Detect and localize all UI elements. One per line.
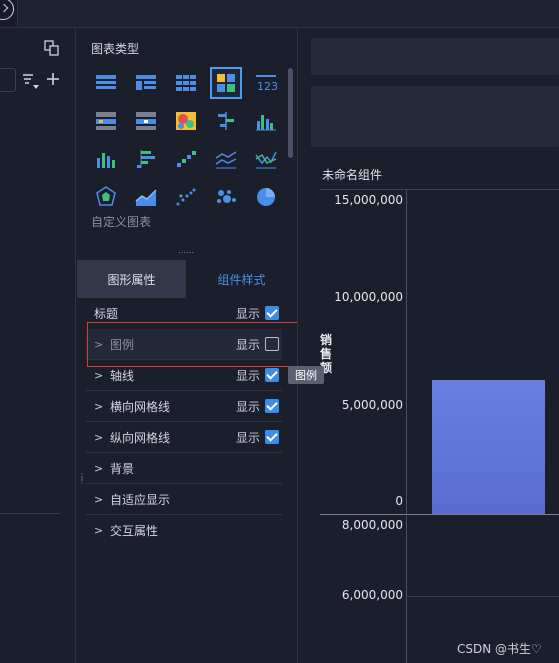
heatmap-icon[interactable]: [170, 105, 202, 137]
watermark: CSDN @书生♡: [457, 642, 542, 656]
component-title: 未命名组件: [322, 168, 383, 182]
line-chart-icon[interactable]: [210, 143, 242, 175]
column-chart-icon[interactable]: [90, 143, 122, 175]
prop-label: 背景: [110, 461, 135, 476]
grid-line: [406, 596, 559, 597]
chart-type-scrollbar[interactable]: [288, 68, 293, 158]
y-axis-line: [406, 190, 407, 514]
radar-icon[interactable]: [90, 181, 122, 213]
tab-shape-props[interactable]: 图形属性: [77, 260, 186, 298]
prop-label: 轴线: [110, 368, 135, 383]
axis-show-checkbox[interactable]: [265, 368, 279, 382]
area-chart-icon[interactable]: [130, 181, 162, 213]
prop-label: 标题: [94, 306, 119, 321]
prop-row-h-grid[interactable]: > 横向网格线 显示: [86, 391, 282, 422]
prop-row-background[interactable]: > 背景: [86, 453, 282, 484]
card-icon[interactable]: [210, 67, 242, 99]
show-label: 显示: [236, 399, 261, 414]
left-search-input[interactable]: [0, 68, 16, 92]
tab-component-style[interactable]: 组件样式: [187, 260, 296, 298]
y-tick-label: 10,000,000: [334, 290, 403, 304]
back-circle-icon[interactable]: [0, 0, 14, 20]
legend-tooltip: 图例: [288, 366, 324, 384]
bubble-icon[interactable]: [210, 181, 242, 213]
show-label: 显示: [236, 430, 261, 445]
prop-label: 纵向网格线: [110, 430, 171, 445]
table-icon[interactable]: [90, 67, 122, 99]
chevron-right-icon: >: [94, 399, 104, 413]
chevron-right-icon: >: [94, 523, 104, 537]
y-tick-label: 6,000,000: [341, 588, 403, 602]
chevron-right-icon: >: [94, 492, 104, 506]
canvas-toolbar: [311, 38, 559, 75]
chart-type-title: 图表类型: [91, 42, 140, 56]
prop-row-adaptive[interactable]: > 自适应显示: [86, 484, 282, 515]
top-tab[interactable]: [0, 0, 18, 27]
prop-label: 横向网格线: [110, 399, 171, 414]
v-grid-show-checkbox[interactable]: [265, 430, 279, 444]
splitter-handle-icon[interactable]: ⋮ ⋮: [78, 473, 86, 489]
custom-chart-link[interactable]: 自定义图表: [91, 213, 151, 230]
detail-table-icon[interactable]: [130, 105, 162, 137]
chevron-right-icon: >: [94, 461, 104, 475]
grid-table-icon[interactable]: [170, 67, 202, 99]
area-line-icon[interactable]: [250, 143, 282, 175]
left-divider: [0, 513, 60, 514]
scatter-icon[interactable]: [170, 181, 202, 213]
y-tick-label: 8,000,000: [341, 518, 403, 532]
chevron-right-icon: >: [94, 430, 104, 444]
title-show-checkbox[interactable]: [265, 306, 279, 320]
prop-label: 自适应显示: [110, 492, 171, 507]
show-label: 显示: [236, 306, 261, 321]
bar-chart-icon[interactable]: [250, 105, 282, 137]
add-icon[interactable]: [46, 72, 60, 86]
number-icon[interactable]: 123: [250, 67, 282, 99]
component-title-divider: [320, 189, 559, 190]
y-tick-label: 5,000,000: [341, 398, 403, 412]
bar[interactable]: [432, 380, 545, 514]
copy-icon[interactable]: [44, 40, 60, 56]
h-grid-show-checkbox[interactable]: [265, 399, 279, 413]
waterfall-icon[interactable]: [170, 143, 202, 175]
filter-sort-icon[interactable]: [22, 72, 42, 90]
list-table-icon[interactable]: [90, 105, 122, 137]
pie-icon[interactable]: [250, 181, 282, 213]
show-label: 显示: [236, 368, 261, 383]
chevron-right-icon: >: [94, 368, 104, 382]
svg-text:123: 123: [257, 80, 278, 93]
y-tick-label: 15,000,000: [334, 193, 403, 207]
left-panel: [0, 28, 76, 663]
top-bar: [0, 0, 559, 28]
prop-row-v-grid[interactable]: > 纵向网格线 显示: [86, 422, 282, 453]
y-tick-label: 0: [395, 494, 403, 508]
y-axis-line-2: [406, 516, 407, 663]
x-axis-line: [320, 514, 559, 515]
stacked-bar-icon[interactable]: [210, 105, 242, 137]
horizontal-bar-icon[interactable]: [130, 143, 162, 175]
cross-table-icon[interactable]: [130, 67, 162, 99]
canvas-filter-area: [311, 86, 559, 147]
prop-label: 交互属性: [110, 523, 159, 538]
prop-row-interaction[interactable]: > 交互属性: [86, 515, 282, 545]
resize-handle-icon[interactable]: ⋯⋯: [178, 249, 194, 257]
